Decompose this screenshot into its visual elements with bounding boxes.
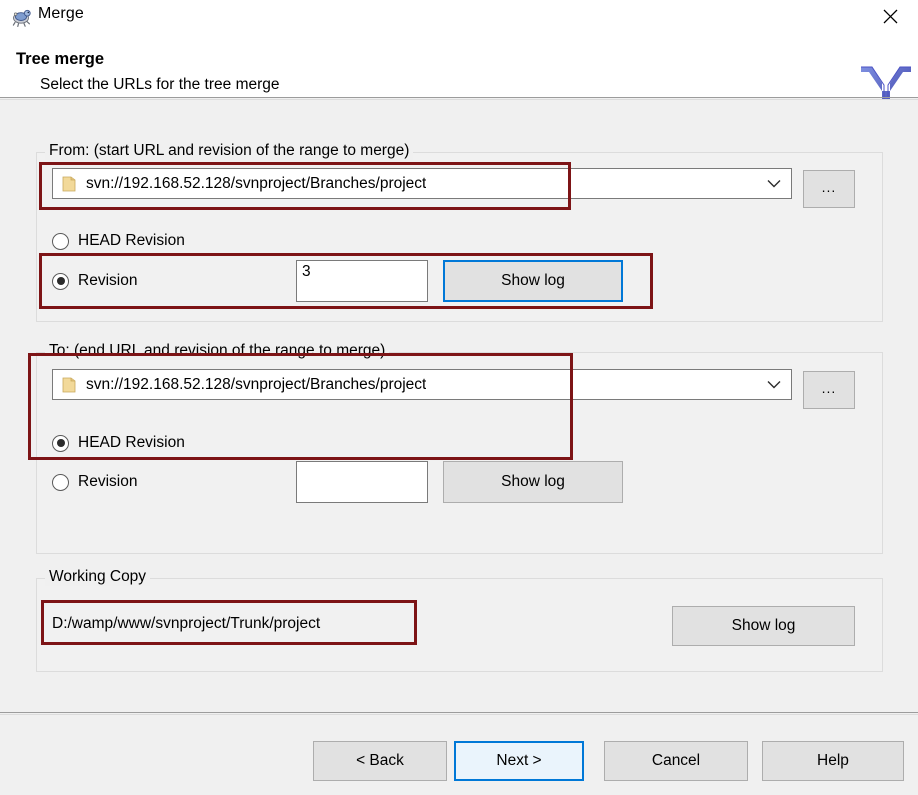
folder-icon xyxy=(62,176,76,192)
dialog-body: From: (start URL and revision of the ran… xyxy=(0,100,918,712)
tortoise-svn-icon xyxy=(11,6,33,28)
close-icon xyxy=(883,9,897,23)
chevron-down-icon[interactable] xyxy=(767,376,781,393)
from-revision-input[interactable]: 3 xyxy=(296,260,428,302)
from-url-combobox[interactable]: svn://192.168.52.128/svnproject/Branches… xyxy=(52,168,792,199)
to-group-legend: To: (end URL and revision of the range t… xyxy=(45,342,390,360)
from-head-revision-label: HEAD Revision xyxy=(78,232,185,249)
to-head-revision-label: HEAD Revision xyxy=(78,434,185,451)
from-revision-radio[interactable]: Revision xyxy=(52,272,137,290)
page-title: Tree merge xyxy=(16,50,105,68)
from-url-text: svn://192.168.52.128/svnproject/Branches… xyxy=(86,174,427,192)
working-copy-path: D:/wamp/www/svnproject/Trunk/project xyxy=(52,615,321,632)
working-copy-show-log-button[interactable]: Show log xyxy=(672,606,855,646)
from-revision-label: Revision xyxy=(78,272,138,289)
to-revision-label: Revision xyxy=(78,473,138,490)
working-copy-group-legend: Working Copy xyxy=(45,568,151,586)
to-show-log-button[interactable]: Show log xyxy=(443,461,623,503)
radio-indicator xyxy=(52,473,69,491)
page-subtitle: Select the URLs for the tree merge xyxy=(40,76,280,93)
from-head-revision-radio[interactable]: HEAD Revision xyxy=(52,232,185,250)
cancel-button[interactable]: Cancel xyxy=(604,741,748,781)
footer-divider xyxy=(0,712,918,713)
radio-indicator xyxy=(52,272,69,290)
from-show-log-button[interactable]: Show log xyxy=(443,260,623,302)
from-browse-button[interactable]: ... xyxy=(803,170,855,208)
help-button[interactable]: Help xyxy=(762,741,904,781)
to-revision-radio[interactable]: Revision xyxy=(52,473,137,491)
header-divider xyxy=(0,97,918,98)
folder-icon xyxy=(62,377,76,393)
to-url-combobox[interactable]: svn://192.168.52.128/svnproject/Branches… xyxy=(52,369,792,400)
next-button[interactable]: Next > xyxy=(454,741,584,781)
close-button[interactable] xyxy=(870,2,910,30)
radio-indicator xyxy=(52,434,69,452)
to-browse-button[interactable]: ... xyxy=(803,371,855,409)
from-group-legend: From: (start URL and revision of the ran… xyxy=(45,142,414,160)
title-bar: Merge xyxy=(0,0,918,33)
back-button[interactable]: < Back xyxy=(313,741,447,781)
to-head-revision-radio[interactable]: HEAD Revision xyxy=(52,434,185,452)
to-revision-input[interactable] xyxy=(296,461,428,503)
radio-indicator xyxy=(52,232,69,250)
window-title: Merge xyxy=(38,5,84,22)
wizard-header: Tree merge Select the URLs for the tree … xyxy=(0,33,918,118)
to-url-text: svn://192.168.52.128/svnproject/Branches… xyxy=(86,375,427,393)
chevron-down-icon[interactable] xyxy=(767,175,781,192)
dialog-footer: < Back Next > Cancel Help xyxy=(0,715,918,795)
